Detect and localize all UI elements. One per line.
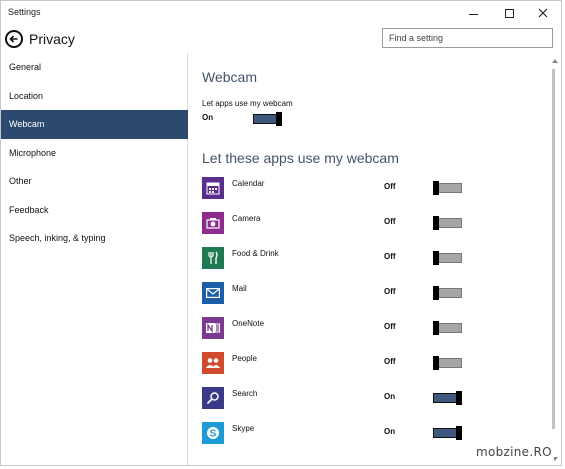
skype-webcam-toggle[interactable] — [433, 426, 462, 440]
close-icon — [538, 8, 548, 18]
sidebar: General Location Webcam Microphone Other… — [1, 53, 188, 465]
sidebar-item-feedback[interactable]: Feedback — [1, 196, 188, 225]
app-row-onenote: OneNote Off — [202, 317, 542, 341]
search-input[interactable] — [382, 28, 553, 48]
app-state: Off — [384, 252, 396, 261]
app-name: Camera — [232, 214, 261, 223]
search-icon — [202, 387, 224, 409]
food-drink-icon — [202, 247, 224, 269]
settings-window: Settings Privacy General Location Webcam… — [0, 0, 562, 466]
vertical-scrollbar[interactable] — [549, 53, 561, 465]
app-row-skype: S Skype On — [202, 422, 542, 446]
mail-icon — [202, 282, 224, 304]
master-webcam-toggle[interactable] — [253, 112, 282, 126]
camera-icon — [202, 212, 224, 234]
mail-webcam-toggle[interactable] — [433, 286, 462, 300]
app-name: Calendar — [232, 179, 265, 188]
app-state: Off — [384, 322, 396, 331]
master-toggle-label: Let apps use my webcam — [202, 99, 293, 108]
sidebar-item-speech[interactable]: Speech, inking, & typing — [1, 224, 188, 253]
svg-text:S: S — [210, 429, 217, 440]
onenote-icon — [202, 317, 224, 339]
food-drink-webcam-toggle[interactable] — [433, 251, 462, 265]
app-name: People — [232, 354, 257, 363]
app-name: Mail — [232, 284, 247, 293]
app-state: Off — [384, 217, 396, 226]
title-bar: Settings — [1, 1, 561, 25]
people-icon — [202, 352, 224, 374]
app-name: OneNote — [232, 319, 265, 328]
app-state: On — [384, 392, 396, 401]
sidebar-item-general[interactable]: General — [1, 53, 188, 82]
camera-webcam-toggle[interactable] — [433, 216, 462, 230]
apps-heading: Let these apps use my webcam — [202, 150, 399, 166]
section-title: Webcam — [202, 69, 257, 85]
onenote-webcam-toggle[interactable] — [433, 321, 462, 335]
app-name: Skype — [232, 424, 255, 433]
app-state: Off — [384, 287, 396, 296]
maximize-button[interactable] — [492, 1, 526, 25]
header-bar: Privacy — [1, 25, 561, 53]
app-state: Off — [384, 357, 396, 366]
app-row-search: Search On — [202, 387, 542, 411]
app-row-camera: Camera Off — [202, 212, 542, 236]
watermark: mobzine.RO — [474, 445, 554, 459]
skype-icon: S — [202, 422, 224, 444]
app-row-mail: Mail Off — [202, 282, 542, 306]
app-name: Food & Drink — [232, 249, 279, 258]
app-row-food-drink: Food & Drink Off — [202, 247, 542, 271]
calendar-webcam-toggle[interactable] — [433, 181, 462, 195]
sidebar-item-other[interactable]: Other — [1, 167, 188, 196]
sidebar-item-microphone[interactable]: Microphone — [1, 139, 188, 168]
sidebar-item-location[interactable]: Location — [1, 82, 188, 111]
scroll-thumb[interactable] — [552, 69, 555, 429]
master-toggle-state: On — [202, 113, 214, 122]
minimize-button[interactable] — [456, 1, 490, 25]
minimize-icon — [468, 13, 478, 15]
scroll-up-icon[interactable] — [552, 59, 558, 63]
main-content: Webcam Let apps use my webcam On Let the… — [189, 53, 549, 465]
close-button[interactable] — [526, 1, 560, 25]
page-title: Privacy — [29, 31, 75, 47]
app-state: On — [384, 427, 396, 436]
app-row-people: People Off — [202, 352, 542, 376]
back-button[interactable] — [5, 30, 23, 48]
sidebar-item-webcam[interactable]: Webcam — [1, 110, 188, 139]
app-name: Search — [232, 389, 258, 398]
search-webcam-toggle[interactable] — [433, 391, 462, 405]
window-title: Settings — [8, 7, 41, 17]
app-state: Off — [384, 182, 396, 191]
maximize-icon — [504, 8, 514, 18]
calendar-icon — [202, 177, 224, 199]
app-row-calendar: Calendar Off — [202, 177, 542, 201]
back-arrow-icon — [9, 35, 18, 43]
people-webcam-toggle[interactable] — [433, 356, 462, 370]
